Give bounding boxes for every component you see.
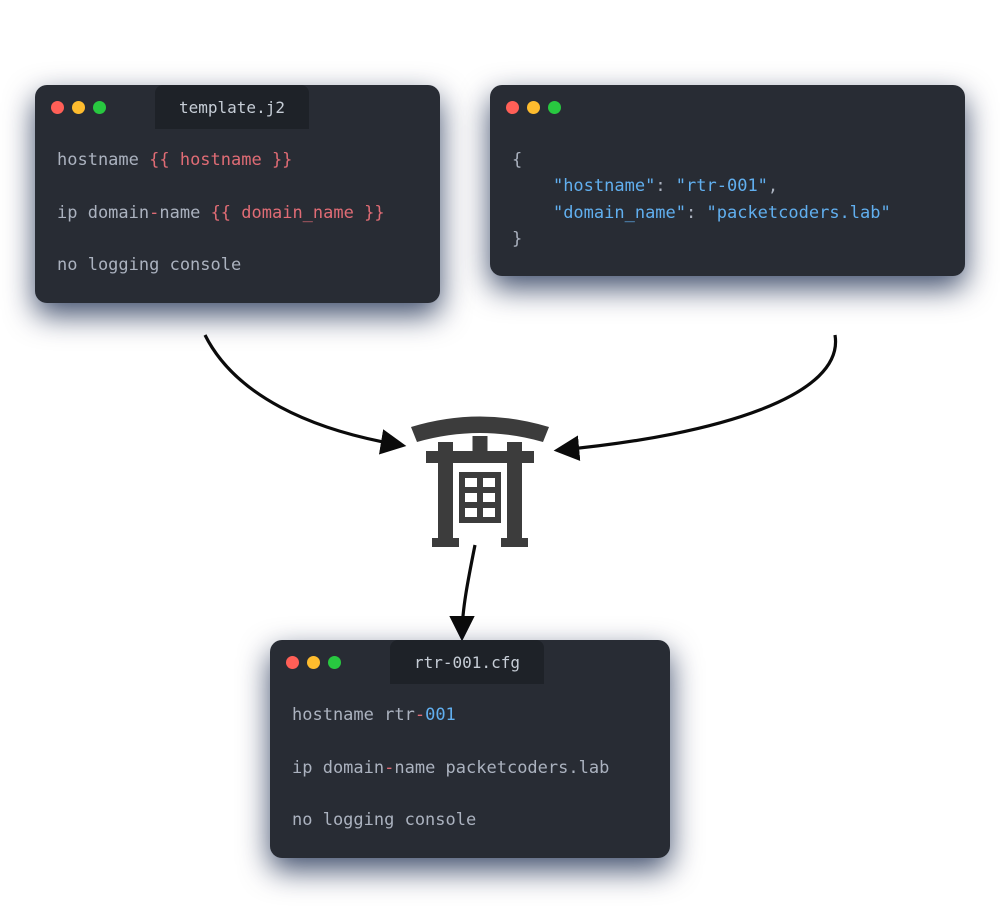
json-value: "rtr-001" <box>676 176 768 196</box>
json-key: "hostname" <box>553 176 655 196</box>
close-icon[interactable] <box>506 101 519 114</box>
code-body-output: hostname rtr-001 ip domain-name packetco… <box>270 684 670 858</box>
json-colon: : <box>686 203 706 223</box>
code-dash: - <box>384 758 394 778</box>
minimize-icon[interactable] <box>307 656 320 669</box>
json-comma: , <box>768 176 778 196</box>
json-value: "packetcoders.lab" <box>707 203 891 223</box>
minimize-icon[interactable] <box>72 101 85 114</box>
window-output: rtr-001.cfg hostname rtr-001 ip domain-n… <box>270 640 670 858</box>
code-text: ip domain <box>57 203 149 223</box>
close-icon[interactable] <box>286 656 299 669</box>
code-text: hostname <box>57 150 149 170</box>
code-var: {{ domain_name }} <box>211 203 385 223</box>
code-text: no logging console <box>292 810 476 830</box>
zoom-icon[interactable] <box>328 656 341 669</box>
window-data: { "hostname": "rtr-001", "domain_name": … <box>490 85 965 276</box>
minimize-icon[interactable] <box>527 101 540 114</box>
traffic-lights <box>506 101 561 114</box>
code-text: hostname rtr <box>292 705 415 725</box>
code-dash: - <box>415 705 425 725</box>
traffic-lights <box>286 656 341 669</box>
tab-label: template.j2 <box>179 98 285 117</box>
jinja-torii-icon <box>405 400 555 554</box>
code-text: name packetcoders.lab <box>394 758 609 778</box>
tab-output[interactable]: rtr-001.cfg <box>390 640 544 684</box>
json-brace: } <box>512 229 522 249</box>
code-number: 001 <box>425 705 456 725</box>
code-text: ip domain <box>292 758 384 778</box>
window-template: template.j2 hostname {{ hostname }} ip d… <box>35 85 440 303</box>
zoom-icon[interactable] <box>548 101 561 114</box>
code-body-data: { "hostname": "rtr-001", "domain_name": … <box>490 129 965 276</box>
tab-label: rtr-001.cfg <box>414 653 520 672</box>
traffic-lights <box>51 101 106 114</box>
code-text: no logging console <box>57 255 241 275</box>
json-colon: : <box>655 176 675 196</box>
titlebar: rtr-001.cfg <box>270 640 670 684</box>
code-var: {{ hostname }} <box>149 150 292 170</box>
tab-template[interactable]: template.j2 <box>155 85 309 129</box>
titlebar: template.j2 <box>35 85 440 129</box>
titlebar <box>490 85 965 129</box>
zoom-icon[interactable] <box>93 101 106 114</box>
code-body-template: hostname {{ hostname }} ip domain-name {… <box>35 129 440 303</box>
diagram-canvas: template.j2 hostname {{ hostname }} ip d… <box>0 0 1000 915</box>
code-dash: - <box>149 203 159 223</box>
close-icon[interactable] <box>51 101 64 114</box>
json-key: "domain_name" <box>553 203 686 223</box>
json-brace: { <box>512 150 522 170</box>
code-text: name <box>159 203 210 223</box>
